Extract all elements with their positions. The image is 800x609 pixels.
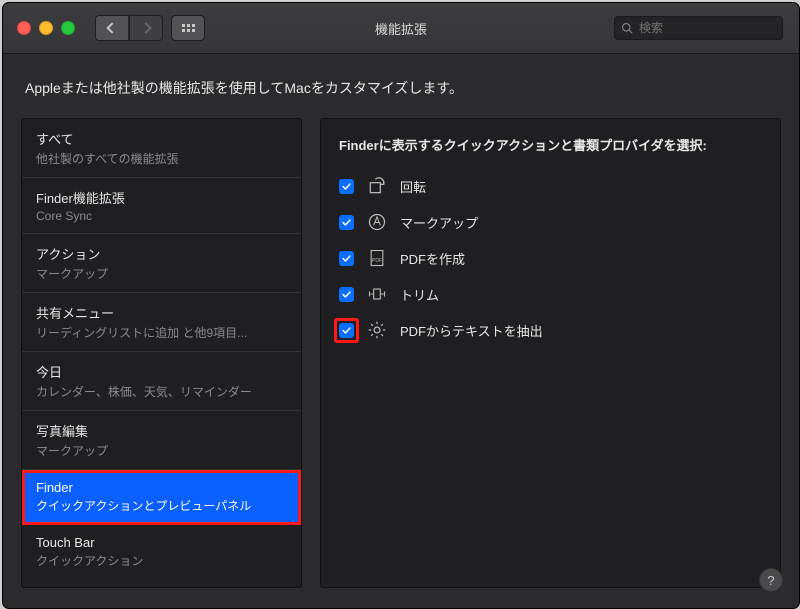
- sidebar-item-title: アクション: [36, 244, 287, 263]
- close-window-button[interactable]: [17, 21, 31, 35]
- option-row-4: PDFからテキストを抽出: [339, 312, 762, 348]
- option-row-0: 回転: [339, 168, 762, 204]
- detail-panel: Finderに表示するクイックアクションと書類プロバイダを選択: 回転マークアッ…: [320, 118, 781, 588]
- option-row-3: トリム: [339, 276, 762, 312]
- sidebar-item-subtitle: 他社製のすべての機能拡張: [36, 150, 287, 167]
- help-button[interactable]: ?: [759, 568, 783, 592]
- sidebar-item-subtitle: Core Sync: [36, 209, 287, 223]
- sidebar-item-title: Finder機能拡張: [36, 188, 287, 207]
- option-checkbox[interactable]: [339, 251, 354, 266]
- option-label: 回転: [400, 177, 426, 196]
- show-all-button[interactable]: [171, 15, 205, 41]
- option-label: マークアップ: [400, 213, 478, 232]
- sidebar-item-subtitle: クイックアクション: [36, 552, 287, 569]
- sidebar-item-subtitle: マークアップ: [36, 442, 287, 459]
- sidebar-item-6[interactable]: Finder クイックアクションとプレビューパネル: [22, 470, 301, 525]
- chevron-left-icon: [106, 22, 117, 33]
- gear-icon: [366, 319, 388, 341]
- rotate-icon: [366, 175, 388, 197]
- titlebar: 機能拡張: [3, 3, 799, 54]
- trim-icon: [366, 283, 388, 305]
- option-row-1: マークアップ: [339, 204, 762, 240]
- nav-buttons: [95, 15, 163, 41]
- description-text: Appleまたは他社製の機能拡張を使用してMacをカスタマイズします。: [3, 54, 799, 118]
- minimize-window-button[interactable]: [39, 21, 53, 35]
- sidebar-item-title: Finder: [36, 480, 287, 495]
- option-checkbox[interactable]: [339, 323, 354, 338]
- sidebar-item-title: 今日: [36, 362, 287, 381]
- grid-icon: [182, 24, 195, 32]
- back-button[interactable]: [95, 15, 129, 41]
- sidebar-item-title: すべて: [36, 129, 287, 148]
- sidebar-item-subtitle: クイックアクションとプレビューパネル: [36, 497, 287, 514]
- sidebar-item-title: 写真編集: [36, 421, 287, 440]
- sidebar-item-1[interactable]: Finder機能拡張 Core Sync: [22, 178, 301, 234]
- sidebar-item-2[interactable]: アクションマークアップ: [22, 234, 301, 293]
- sidebar-item-3[interactable]: 共有メニューリーディングリストに追加 と他9項目...: [22, 293, 301, 352]
- option-checkbox[interactable]: [339, 287, 354, 302]
- sidebar-item-7[interactable]: Touch Bar クイックアクション: [22, 525, 301, 579]
- option-label: トリム: [400, 285, 439, 304]
- markup-icon: [366, 211, 388, 233]
- chevron-right-icon: [140, 22, 151, 33]
- option-label: PDFを作成: [400, 249, 465, 268]
- sidebar-item-4[interactable]: 今日カレンダー、株価、天気、リマインダー: [22, 352, 301, 411]
- option-checkbox[interactable]: [339, 179, 354, 194]
- preferences-window: 機能拡張 Appleまたは他社製の機能拡張を使用してMacをカスタマイズします。…: [2, 2, 800, 609]
- option-checkbox[interactable]: [339, 215, 354, 230]
- search-icon: [621, 22, 633, 34]
- sidebar-item-subtitle: マークアップ: [36, 265, 287, 282]
- content-area: すべて他社製のすべての機能拡張Finder機能拡張Core Syncアクションマ…: [3, 118, 799, 588]
- sidebar: すべて他社製のすべての機能拡張 Finder機能拡張 Core Sync アクションマ…: [21, 118, 302, 588]
- option-row-2: PDF PDFを作成: [339, 240, 762, 276]
- sidebar-item-title: 共有メニュー: [36, 303, 287, 322]
- sidebar-item-subtitle: カレンダー、株価、天気、リマインダー: [36, 383, 287, 400]
- sidebar-item-title: Touch Bar: [36, 535, 287, 550]
- panel-heading: Finderに表示するクイックアクションと書類プロバイダを選択:: [339, 135, 762, 154]
- search-field[interactable]: [614, 16, 783, 40]
- window-controls: [17, 21, 75, 35]
- pdf-icon: PDF: [366, 247, 388, 269]
- options-list: 回転マークアップ PDF PDFを作成トリム PDFからテキストを抽出: [339, 168, 762, 348]
- zoom-window-button[interactable]: [61, 21, 75, 35]
- sidebar-item-subtitle: リーディングリストに追加 と他9項目...: [36, 324, 287, 341]
- forward-button[interactable]: [129, 15, 163, 41]
- svg-text:PDF: PDF: [372, 258, 382, 264]
- search-input[interactable]: [637, 20, 776, 36]
- option-label: PDFからテキストを抽出: [400, 321, 543, 340]
- sidebar-item-0[interactable]: すべて他社製のすべての機能拡張: [22, 119, 301, 178]
- sidebar-item-5[interactable]: 写真編集マークアップ: [22, 411, 301, 470]
